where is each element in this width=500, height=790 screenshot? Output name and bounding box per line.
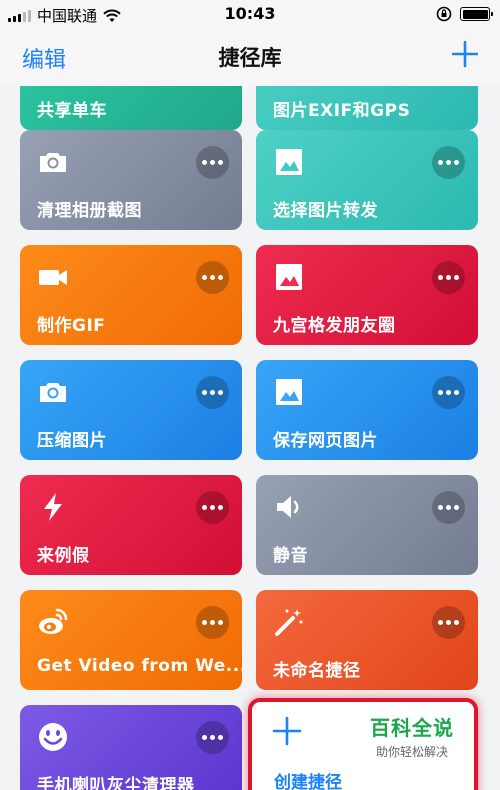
page-title: 捷径库 (218, 46, 282, 70)
shortcut-card[interactable]: 九宫格发朋友圈 (256, 245, 478, 345)
shortcut-card[interactable]: 图片EXIF和GPS (256, 86, 478, 130)
speaker-icon (277, 496, 299, 518)
status-bar: 中国联通 10:43 (0, 0, 500, 30)
camera-icon (40, 383, 66, 402)
shortcut-card[interactable]: 压缩图片 (20, 360, 242, 460)
shortcut-card[interactable]: 制作GIF (20, 245, 242, 345)
shortcut-label: Get Video from We... (37, 656, 242, 676)
shortcut-label: 选择图片转发 (273, 201, 378, 221)
shortcut-card[interactable]: Get Video from We... (20, 590, 242, 690)
magic-wand-icon (275, 609, 303, 636)
smiley-icon (39, 723, 67, 751)
shortcut-label: 图片EXIF和GPS (273, 101, 411, 121)
watermark: 百科全说 助你轻松解决 (370, 712, 454, 760)
shortcut-card[interactable]: 来例假 (20, 475, 242, 575)
photo-icon (276, 264, 302, 290)
more-options-button[interactable] (432, 261, 465, 294)
status-right (436, 6, 493, 22)
shortcut-card[interactable]: 共享单车 (20, 86, 242, 130)
shortcut-card[interactable]: 保存网页图片 (256, 360, 478, 460)
shortcut-label: 压缩图片 (37, 431, 107, 451)
create-shortcut-card[interactable]: 创建捷径 百科全说 助你轻松解决 (248, 698, 478, 790)
watermark-title: 百科全说 (370, 716, 454, 740)
shortcut-label: 静音 (273, 546, 308, 566)
shortcut-label: 制作GIF (37, 316, 106, 336)
shortcut-label: 共享单车 (37, 101, 107, 121)
video-camera-icon (39, 270, 67, 285)
shortcut-label: 手机喇叭灰尘清理器 (37, 776, 195, 790)
more-options-button[interactable] (196, 606, 229, 639)
orientation-lock-icon (436, 6, 452, 22)
shortcut-label: 未命名捷径 (273, 661, 361, 681)
create-shortcut-label: 创建捷径 (274, 773, 342, 790)
more-options-button[interactable] (196, 261, 229, 294)
more-options-button[interactable] (432, 146, 465, 179)
add-shortcut-button[interactable] (452, 40, 478, 68)
shortcut-card[interactable]: 选择图片转发 (256, 130, 478, 230)
navigation-bar: 编辑 捷径库 (0, 30, 500, 86)
status-time: 10:43 (224, 4, 276, 23)
more-options-button[interactable] (196, 491, 229, 524)
camera-icon (40, 153, 66, 172)
shortcut-card[interactable]: 清理相册截图 (20, 130, 242, 230)
shortcut-label: 来例假 (37, 546, 90, 566)
more-options-button[interactable] (196, 721, 229, 754)
more-options-button[interactable] (432, 606, 465, 639)
battery-icon (460, 7, 493, 21)
shortcut-grid: 共享单车 图片EXIF和GPS 清理相册截图 选择图片转发 制作GIF 九宫格发… (0, 86, 500, 790)
shortcut-label: 清理相册截图 (37, 201, 142, 221)
watermark-subtitle: 助你轻松解决 (375, 745, 448, 759)
more-options-button[interactable] (432, 491, 465, 524)
shortcut-label: 保存网页图片 (273, 431, 378, 451)
more-options-button[interactable] (196, 376, 229, 409)
photo-icon (276, 379, 302, 405)
shortcut-card[interactable]: 未命名捷径 (256, 590, 478, 690)
shortcut-card[interactable]: 静音 (256, 475, 478, 575)
shortcut-label: 九宫格发朋友圈 (273, 316, 396, 336)
plus-icon (272, 716, 302, 746)
lightning-icon (44, 493, 62, 521)
weibo-icon (39, 608, 68, 634)
more-options-button[interactable] (432, 376, 465, 409)
photo-icon (276, 149, 302, 175)
more-options-button[interactable] (196, 146, 229, 179)
shortcut-card[interactable]: 手机喇叭灰尘清理器 (20, 705, 242, 790)
